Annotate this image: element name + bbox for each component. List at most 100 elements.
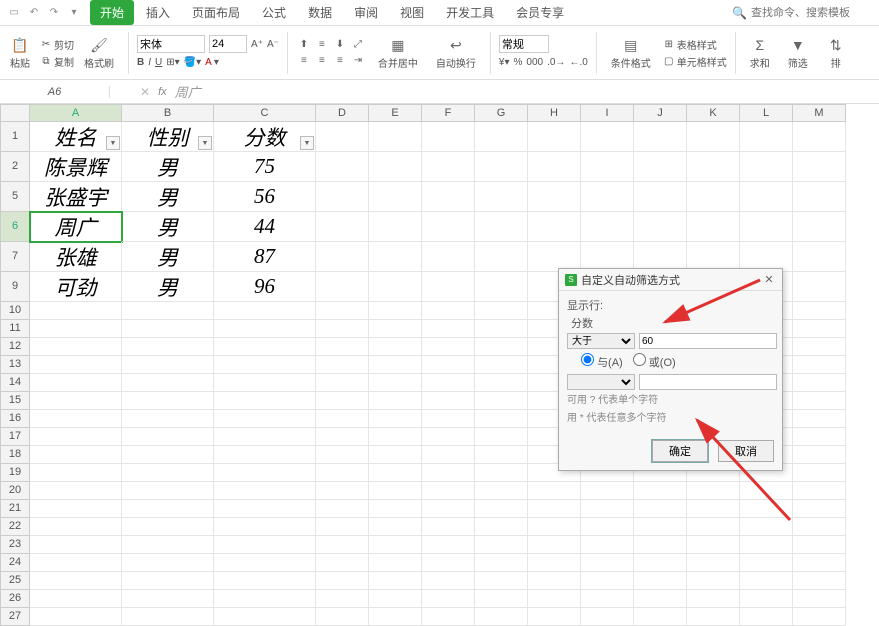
col-header[interactable]: L	[740, 104, 793, 122]
cell[interactable]	[793, 536, 846, 554]
cell[interactable]	[475, 152, 528, 182]
cell[interactable]	[740, 572, 793, 590]
format-painter-button[interactable]: 🖌 格式刷	[78, 33, 120, 72]
cell[interactable]	[793, 272, 846, 302]
cell[interactable]	[475, 356, 528, 374]
cell[interactable]	[687, 590, 740, 608]
cell[interactable]	[793, 482, 846, 500]
cell[interactable]	[214, 428, 316, 446]
number-format-select[interactable]	[499, 35, 549, 53]
align-bottom-button[interactable]: ⬇	[332, 38, 348, 52]
col-header[interactable]: H	[528, 104, 581, 122]
cell[interactable]	[793, 242, 846, 272]
cell[interactable]	[528, 608, 581, 626]
cell[interactable]	[30, 518, 122, 536]
cell[interactable]	[475, 212, 528, 242]
cell[interactable]	[740, 482, 793, 500]
cell[interactable]: 可劲	[30, 272, 122, 302]
logic-or-radio[interactable]: 或(O)	[633, 353, 676, 370]
cell[interactable]	[214, 338, 316, 356]
cell[interactable]	[369, 272, 422, 302]
cell[interactable]	[793, 554, 846, 572]
cell[interactable]: 56	[214, 182, 316, 212]
cell[interactable]	[316, 554, 369, 572]
cell[interactable]	[740, 152, 793, 182]
cell[interactable]	[581, 608, 634, 626]
cell[interactable]	[369, 410, 422, 428]
cell[interactable]	[475, 464, 528, 482]
command-search[interactable]: 🔍	[732, 6, 879, 20]
cell[interactable]	[422, 152, 475, 182]
cell[interactable]	[214, 590, 316, 608]
cell[interactable]	[214, 356, 316, 374]
cell[interactable]	[634, 572, 687, 590]
cell[interactable]	[316, 374, 369, 392]
row-header[interactable]: 21	[0, 500, 30, 518]
cell[interactable]	[475, 482, 528, 500]
cell[interactable]	[740, 590, 793, 608]
cell[interactable]	[122, 590, 214, 608]
cell[interactable]	[369, 338, 422, 356]
condition2-value[interactable]	[639, 374, 777, 390]
cell[interactable]	[634, 152, 687, 182]
bold-button[interactable]: B	[137, 54, 144, 70]
cell[interactable]	[475, 518, 528, 536]
row-header[interactable]: 10	[0, 302, 30, 320]
cell[interactable]	[122, 338, 214, 356]
cell[interactable]: 陈景辉	[30, 152, 122, 182]
dropdown-icon[interactable]: ▾	[66, 5, 82, 21]
undo-icon[interactable]: ↶	[26, 5, 42, 21]
cell[interactable]	[422, 446, 475, 464]
cell[interactable]	[316, 356, 369, 374]
cell[interactable]	[122, 446, 214, 464]
cell[interactable]	[475, 554, 528, 572]
cell[interactable]	[793, 338, 846, 356]
cell[interactable]	[214, 392, 316, 410]
cancel-button[interactable]: 取消	[718, 440, 774, 462]
cell[interactable]	[122, 500, 214, 518]
increase-font-button[interactable]: A⁺	[251, 36, 263, 52]
fill-color-button[interactable]: 🪣▾	[184, 54, 201, 70]
cell[interactable]	[422, 392, 475, 410]
row-header[interactable]: 12	[0, 338, 30, 356]
search-input[interactable]	[751, 7, 871, 19]
cell[interactable]	[687, 554, 740, 572]
cell[interactable]	[214, 464, 316, 482]
cell[interactable]	[475, 338, 528, 356]
cell[interactable]	[214, 500, 316, 518]
cell[interactable]	[422, 338, 475, 356]
cell[interactable]	[316, 392, 369, 410]
row-header[interactable]: 15	[0, 392, 30, 410]
cell[interactable]: 张盛宇	[30, 182, 122, 212]
cell[interactable]	[528, 152, 581, 182]
cell[interactable]	[475, 374, 528, 392]
cell[interactable]	[369, 518, 422, 536]
cell[interactable]	[214, 482, 316, 500]
cell[interactable]: 男	[122, 272, 214, 302]
cell[interactable]	[422, 428, 475, 446]
cell[interactable]	[369, 482, 422, 500]
save-icon[interactable]: ▭	[6, 5, 22, 21]
cell[interactable]	[793, 182, 846, 212]
cell[interactable]	[369, 212, 422, 242]
cell[interactable]	[316, 338, 369, 356]
underline-button[interactable]: U	[155, 54, 162, 70]
row-header[interactable]: 24	[0, 554, 30, 572]
cell[interactable]	[316, 536, 369, 554]
cell[interactable]	[30, 572, 122, 590]
cell[interactable]	[316, 428, 369, 446]
cell[interactable]	[30, 374, 122, 392]
cell[interactable]	[793, 500, 846, 518]
cell[interactable]	[122, 608, 214, 626]
cell[interactable]	[316, 410, 369, 428]
row-header[interactable]: 13	[0, 356, 30, 374]
row-header[interactable]: 17	[0, 428, 30, 446]
cell[interactable]	[793, 410, 846, 428]
cell[interactable]	[422, 554, 475, 572]
row-header[interactable]: 16	[0, 410, 30, 428]
col-header[interactable]: K	[687, 104, 740, 122]
cell[interactable]	[740, 608, 793, 626]
cell[interactable]	[687, 122, 740, 152]
cell[interactable]	[581, 182, 634, 212]
cell[interactable]	[422, 572, 475, 590]
